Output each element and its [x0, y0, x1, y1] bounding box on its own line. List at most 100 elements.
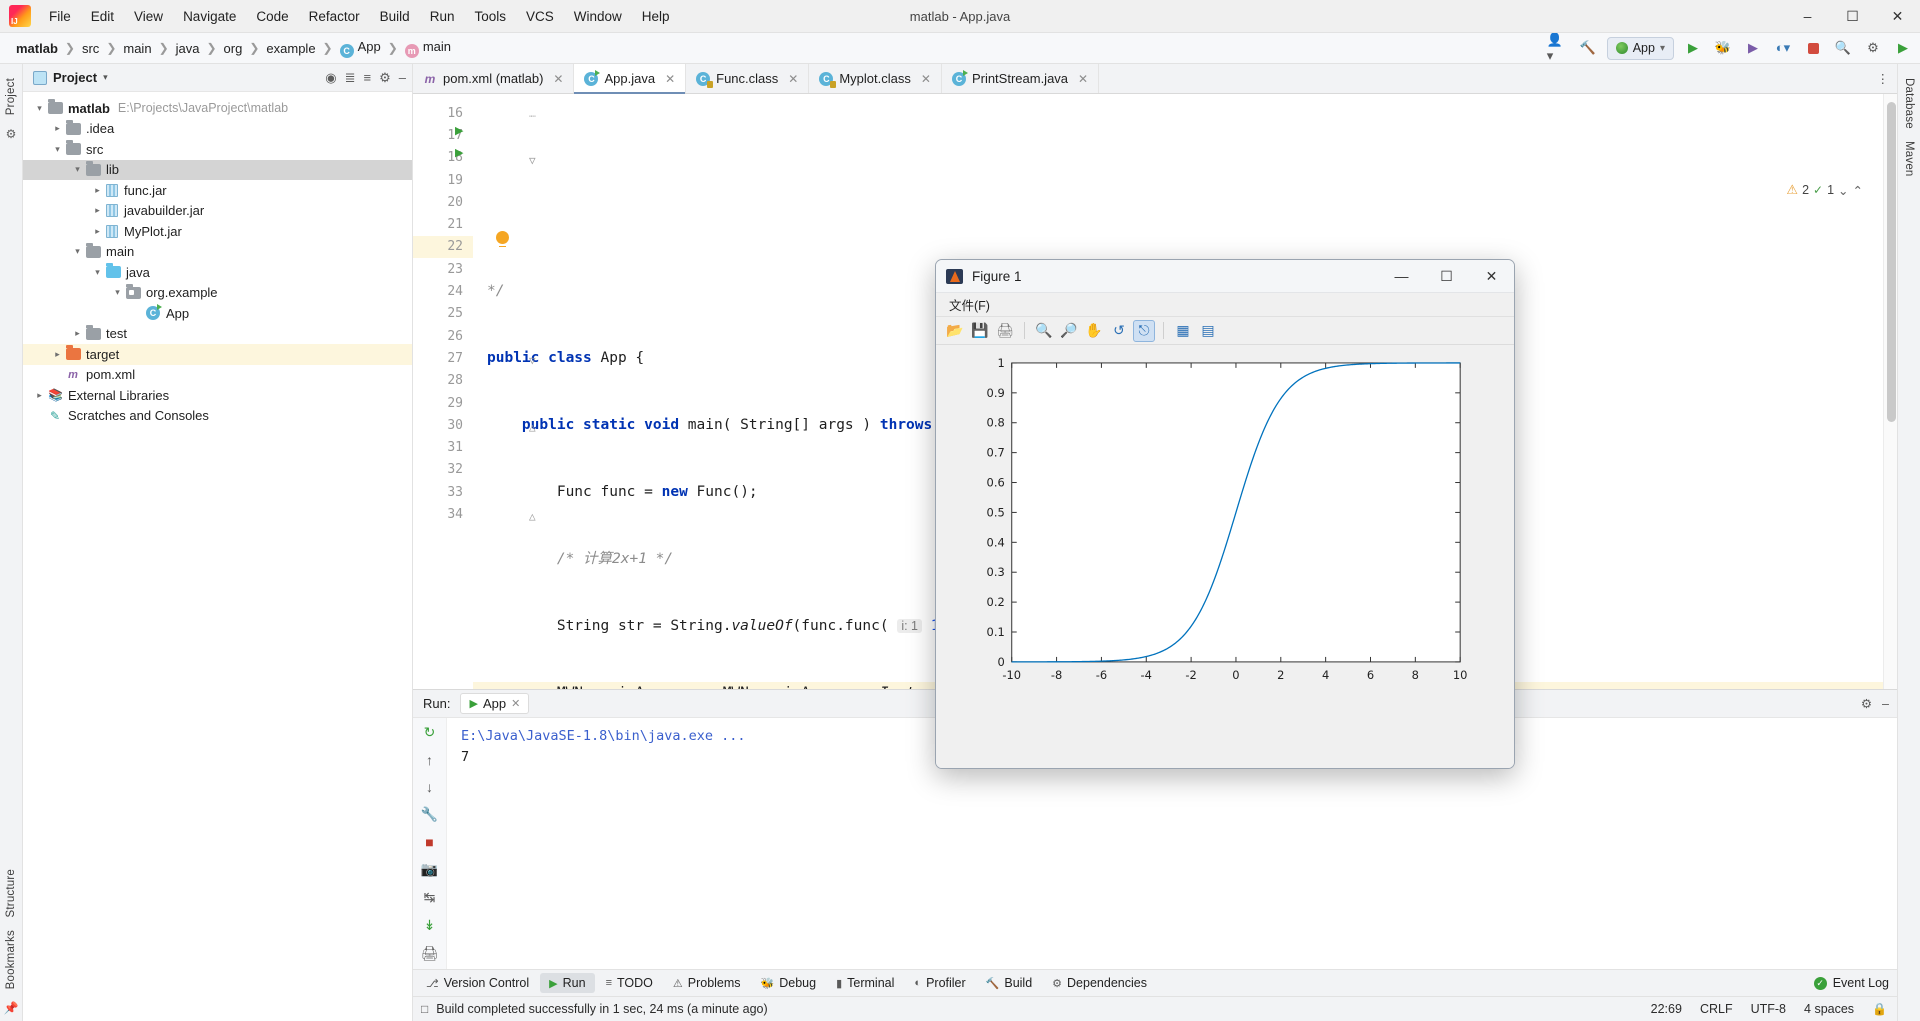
event-log-label[interactable]: Event Log	[1833, 976, 1889, 990]
menu-bar[interactable]: File Edit View Navigate Code Refactor Bu…	[39, 5, 680, 28]
run-button[interactable]: ▶	[1682, 37, 1704, 59]
editor-tab-more-icon[interactable]: ⋮	[1877, 71, 1890, 86]
bottom-item-terminal[interactable]: ▮ Terminal	[827, 973, 903, 993]
search-icon[interactable]: 🔍	[1832, 37, 1854, 59]
figure-toolbar[interactable]: 📂 💾 🖨 🔍 🔎 ✋ ↺ ⎋ ▦ ▤	[936, 317, 1514, 345]
stripe-item-project[interactable]: Project	[5, 72, 17, 121]
menu-window[interactable]: Window	[564, 5, 632, 28]
zoom-in-icon[interactable]: 🔍	[1033, 320, 1055, 342]
pin-icon[interactable]: 📌	[4, 1001, 19, 1015]
chevron-icon[interactable]	[69, 246, 86, 257]
project-tree[interactable]: matlab E:\Projects\JavaProject\matlab .i…	[23, 92, 412, 426]
close-icon[interactable]: ✕	[511, 697, 520, 710]
bottom-item-version-control[interactable]: ⎇ Version Control	[417, 973, 538, 993]
open-icon[interactable]: 📂	[944, 320, 966, 342]
breadcrumb[interactable]: matlab ❯ src ❯ main ❯ java ❯ org ❯ examp…	[12, 37, 455, 60]
menu-refactor[interactable]: Refactor	[299, 5, 370, 28]
editor-gutter[interactable]: 16 17 18 19 20 21 22 23 24 25 26 27 28 2…	[413, 94, 509, 689]
pan-icon[interactable]: ✋	[1083, 320, 1105, 342]
camera-icon[interactable]: 📷	[421, 861, 438, 878]
profiler-icon[interactable]: ◐▾	[1772, 37, 1794, 59]
tree-node-external-libraries[interactable]: 📚 External Libraries	[23, 385, 412, 406]
chevron-down-icon[interactable]: ⌄	[1838, 183, 1848, 198]
figure-menu-bar[interactable]: 文件(F)	[936, 293, 1514, 317]
debug-icon[interactable]: 🐝	[1712, 37, 1734, 59]
tree-node-javabuilder-jar[interactable]: javabuilder.jar	[23, 201, 412, 222]
breadcrumb-example[interactable]: example	[262, 39, 319, 58]
indent-setting[interactable]: 4 spaces	[1804, 1002, 1854, 1016]
chevron-icon[interactable]	[31, 103, 48, 114]
line-separator[interactable]: CRLF	[1700, 1002, 1733, 1016]
tab-myplot-class[interactable]: C Myplot.class ✕	[809, 64, 942, 93]
bottom-item-dependencies[interactable]: ⚙ Dependencies	[1043, 973, 1156, 993]
bottom-item-problems[interactable]: ⚠ Problems	[664, 973, 750, 993]
run-tab-app[interactable]: ▶ App ✕	[460, 693, 530, 714]
menu-edit[interactable]: Edit	[81, 5, 124, 28]
rotate-3d-icon[interactable]: ↺	[1108, 320, 1130, 342]
maximize-button[interactable]: ☐	[1830, 0, 1875, 32]
bottom-tool-bar[interactable]: ⎇ Version Control ▶ Run ≡ TODO ⚠ Problem…	[413, 969, 1897, 996]
menu-code[interactable]: Code	[246, 5, 298, 28]
filter-icon[interactable]: ↡	[424, 917, 436, 934]
print-icon[interactable]: 🖨	[421, 945, 439, 962]
fold-marker-icon[interactable]: △	[529, 417, 536, 439]
menu-run[interactable]: Run	[420, 5, 465, 28]
chevron-icon[interactable]	[49, 123, 66, 134]
stripe-item-database[interactable]: Database	[1903, 72, 1915, 135]
breadcrumb-org[interactable]: org	[220, 39, 247, 58]
user-icon[interactable]: 👤▾	[1547, 32, 1569, 63]
chevron-icon[interactable]	[89, 267, 106, 278]
tree-node-org-example[interactable]: org.example	[23, 283, 412, 304]
expand-all-icon[interactable]: ≣	[345, 70, 356, 86]
tree-node-test[interactable]: test	[23, 324, 412, 345]
minimize-button[interactable]: –	[1785, 0, 1830, 32]
close-icon[interactable]: ✕	[921, 72, 931, 86]
fold-marker-icon[interactable]: ▽	[529, 350, 536, 372]
bottom-item-debug[interactable]: 🐝 Debug	[752, 973, 826, 993]
tree-node-scratches[interactable]: ✎ Scratches and Consoles	[23, 406, 412, 427]
bottom-item-todo[interactable]: ≡ TODO	[597, 973, 662, 993]
stripe-item-bookmarks[interactable]: Bookmarks	[5, 924, 17, 995]
zoom-out-icon[interactable]: 🔎	[1058, 320, 1080, 342]
bottom-item-profiler[interactable]: ◐ Profiler	[905, 973, 974, 993]
figure-window-controls[interactable]: — ☐ ✕	[1379, 260, 1514, 292]
settings-gear-icon[interactable]: ⚙	[379, 70, 391, 86]
chevron-icon[interactable]	[49, 349, 66, 360]
close-icon[interactable]: ✕	[665, 72, 675, 86]
bottom-item-build[interactable]: 🔨 Build	[977, 973, 1042, 993]
stop-icon[interactable]: ■	[425, 834, 433, 850]
file-encoding[interactable]: UTF-8	[1751, 1002, 1786, 1016]
updates-icon[interactable]: ▶	[1892, 37, 1914, 59]
colorbar-icon[interactable]: ▦	[1172, 320, 1194, 342]
editor-tab-bar[interactable]: m pom.xml (matlab) ✕ C App.java ✕ C Func…	[413, 64, 1897, 94]
chevron-icon[interactable]	[49, 144, 66, 155]
settings-gear-icon[interactable]: ⚙	[1862, 37, 1884, 59]
scroll-down-icon[interactable]: ↓	[426, 779, 433, 795]
chevron-icon[interactable]	[31, 390, 48, 401]
settings-gear-icon[interactable]: ⚙	[1861, 696, 1872, 711]
commit-icon[interactable]: ⚙	[6, 127, 17, 141]
figure-window[interactable]: Figure 1 — ☐ ✕ 文件(F) 📂 💾 🖨 🔍 🔎 ✋ ↺ ⎋ ▦ ▤…	[935, 259, 1515, 769]
chevron-icon[interactable]	[69, 328, 86, 339]
fold-marker-icon[interactable]: ┈	[529, 106, 536, 128]
run-gutter-icon[interactable]: ▶	[455, 146, 463, 159]
hide-icon[interactable]: –	[399, 70, 406, 85]
breadcrumb-matlab[interactable]: matlab	[12, 39, 62, 58]
tree-node-java[interactable]: java	[23, 262, 412, 283]
tab-app-java[interactable]: C App.java ✕	[574, 64, 687, 94]
stop-button[interactable]	[1802, 37, 1824, 59]
figure-menu-file[interactable]: 文件(F)	[944, 293, 995, 316]
close-icon[interactable]: ✕	[788, 72, 798, 86]
close-icon[interactable]: ✕	[1078, 72, 1088, 86]
caret-position[interactable]: 22:69	[1651, 1002, 1682, 1016]
figure-minimize-button[interactable]: —	[1379, 260, 1424, 292]
tree-node-lib[interactable]: lib	[23, 159, 412, 180]
print-icon[interactable]: 🖨	[994, 320, 1016, 342]
menu-build[interactable]: Build	[370, 5, 420, 28]
breadcrumb-java[interactable]: java	[172, 39, 204, 58]
tab-func-class[interactable]: C Func.class ✕	[686, 64, 810, 93]
chevron-icon[interactable]	[109, 287, 126, 298]
hide-icon[interactable]: –	[1882, 697, 1889, 711]
chevron-down-icon[interactable]: ▾	[103, 72, 108, 83]
figure-close-button[interactable]: ✕	[1469, 260, 1514, 292]
